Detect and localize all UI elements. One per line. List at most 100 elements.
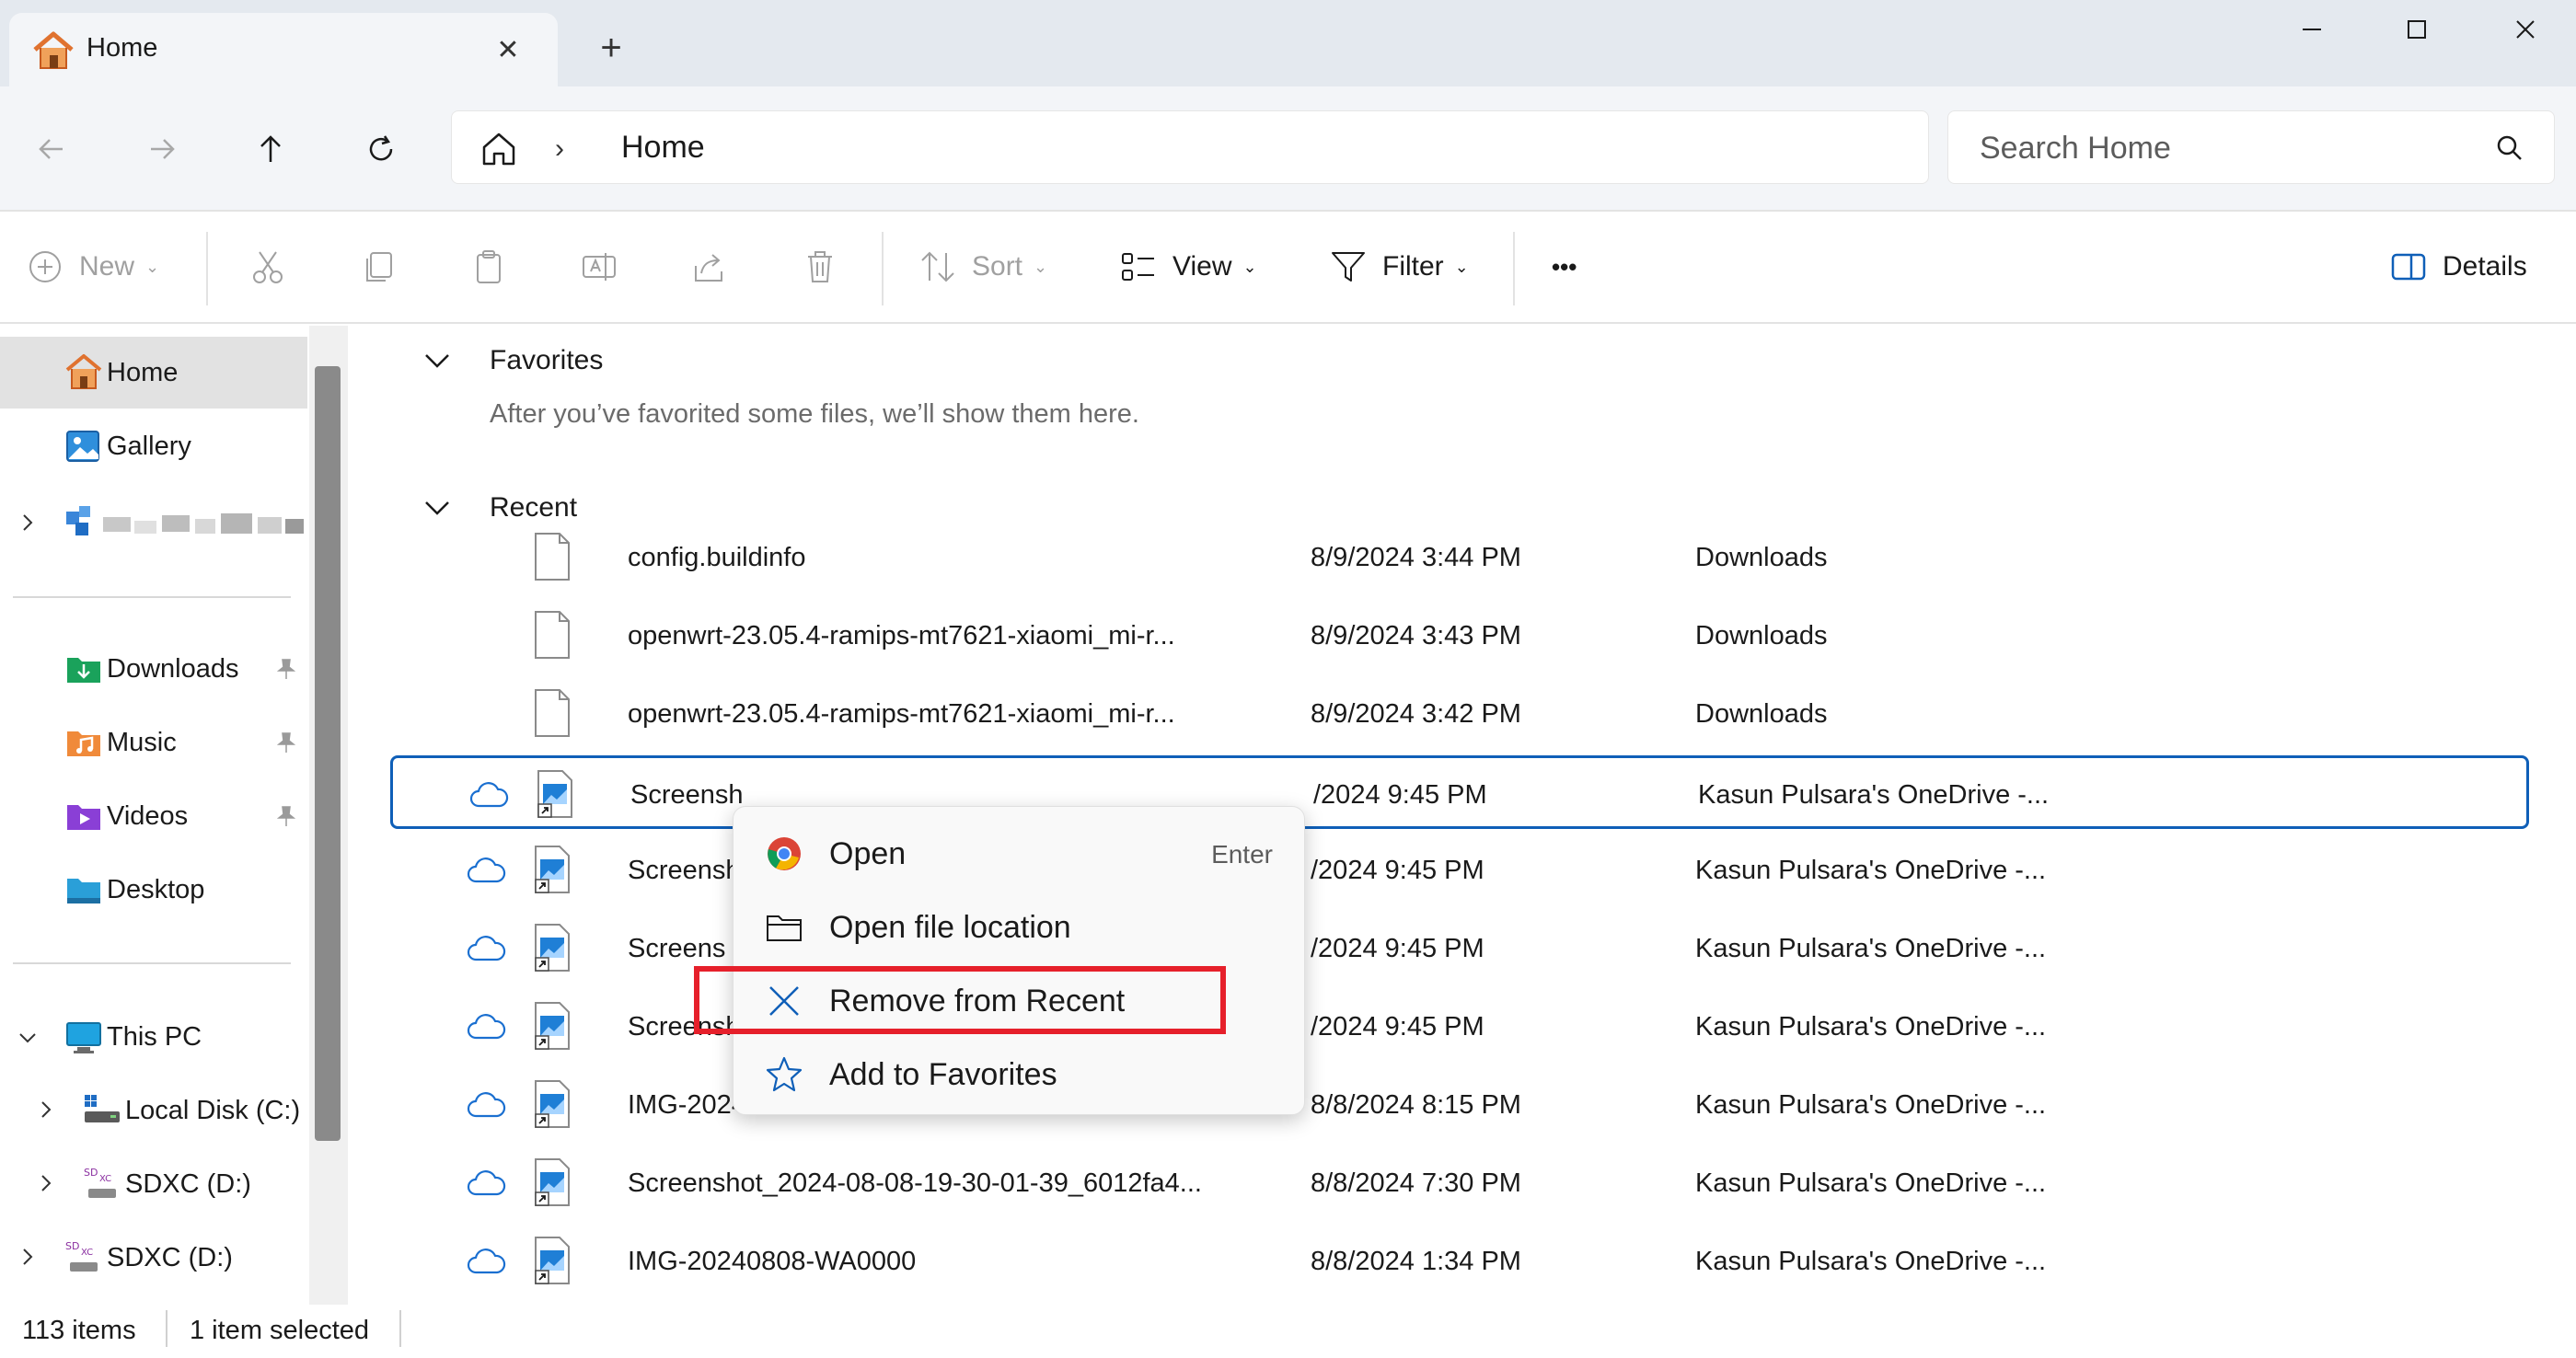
file-name: openwrt-23.05.4-ramips-mt7621-xiaomi_mi-…: [628, 621, 1175, 650]
gallery-icon: [66, 431, 99, 462]
star-icon: [766, 1056, 803, 1092]
menu-item-add-to-favorites[interactable]: Add to Favorites: [734, 1037, 1306, 1111]
close-window-button[interactable]: [2470, 0, 2576, 59]
file-location: Kasun Pulsara's OneDrive -...: [1698, 780, 2050, 810]
address-bar[interactable]: › Home: [451, 110, 1929, 184]
back-button[interactable]: [24, 121, 79, 177]
sidebar-scrollbar-thumb[interactable]: [315, 366, 341, 1141]
table-row[interactable]: openwrt-23.05.4-ramips-mt7621-xiaomi_mi-…: [390, 677, 2529, 751]
share-button[interactable]: [690, 239, 729, 294]
forward-button[interactable]: [134, 121, 190, 177]
search-box[interactable]: [1947, 110, 2555, 184]
file-date: 8/8/2024 1:34 PM: [1311, 1247, 1521, 1276]
chevron-down-icon: ⌄: [1454, 257, 1469, 276]
sidebar-item-label: Videos: [107, 800, 189, 831]
new-label: New: [79, 251, 135, 282]
sidebar-item-music[interactable]: Music: [0, 707, 307, 778]
table-row[interactable]: IMG-20240808-WA0000 8/8/2024 1:34 PM Kasun…: [390, 1225, 2529, 1298]
svg-text:SD: SD: [84, 1167, 98, 1179]
menu-item-label: Open: [829, 836, 907, 871]
image-shortcut-icon: [537, 770, 572, 818]
sidebar-item-label: Home: [107, 357, 179, 387]
chevron-down-icon[interactable]: [422, 345, 453, 376]
sidebar-item-gallery[interactable]: Gallery: [0, 410, 307, 482]
home-icon: [65, 354, 102, 389]
delete-button[interactable]: [801, 239, 839, 294]
new-tab-button[interactable]: +: [589, 29, 633, 74]
chevron-right-icon[interactable]: [17, 512, 39, 534]
chevron-right-icon[interactable]: [35, 1172, 57, 1194]
menu-item-label: Add to Favorites: [829, 1057, 1057, 1092]
chevron-down-icon[interactable]: [17, 1027, 39, 1049]
sidebar-divider: [13, 962, 291, 964]
sidebar-item-label: Local Disk (C:): [125, 1095, 301, 1125]
image-shortcut-icon: [535, 846, 570, 893]
sidebar-item-desktop[interactable]: Desktop: [0, 854, 307, 926]
sidebar-item-label: Downloads: [107, 653, 239, 684]
home-outline-icon: [482, 132, 515, 166]
trash-icon: [808, 251, 832, 282]
rename-icon: [583, 253, 616, 281]
pin-icon[interactable]: [274, 804, 298, 828]
table-row-selected[interactable]: Screensh/2024 9:45 PM Kasun Pulsara's One…: [390, 755, 2529, 829]
up-button[interactable]: [243, 121, 298, 177]
menu-item-open[interactable]: Open Enter: [734, 816, 1306, 890]
music-folder-icon: [67, 731, 100, 756]
chevron-right-icon[interactable]: [17, 1246, 39, 1268]
paste-button[interactable]: [469, 239, 508, 294]
sidebar-item-videos[interactable]: Videos: [0, 780, 307, 852]
new-button[interactable]: New ⌄: [26, 239, 159, 294]
table-row[interactable]: IMG-20240808-WA00138/8/2024 8:15 PMKasun…: [390, 1068, 2529, 1142]
search-icon[interactable]: [2493, 132, 2526, 165]
tab-home[interactable]: Home ✕: [9, 13, 558, 86]
view-button[interactable]: View ⌄: [1119, 239, 1257, 294]
file-name: IMG-20240808-WA0000: [628, 1247, 917, 1276]
refresh-button[interactable]: [353, 121, 409, 177]
status-bar: 113 items 1 item selected: [0, 1305, 2576, 1358]
menu-item-open-file-location[interactable]: Open file location: [734, 890, 1306, 963]
pin-icon[interactable]: [274, 731, 298, 754]
pin-icon[interactable]: [274, 657, 298, 681]
sidebar-item-downloads[interactable]: Downloads: [0, 633, 307, 705]
file-location: Kasun Pulsara's OneDrive -...: [1695, 856, 2047, 885]
sidebar-item-home[interactable]: Home: [0, 337, 307, 409]
sidebar-divider: [13, 596, 291, 598]
file-name: openwrt-23.05.4-ramips-mt7621-xiaomi_mi-…: [628, 699, 1175, 729]
image-shortcut-icon: [535, 1158, 570, 1206]
more-options-button[interactable]: •••: [1552, 239, 1577, 294]
file-location: Downloads: [1695, 543, 1828, 572]
file-icon: [535, 533, 570, 581]
favorites-title: Favorites: [490, 345, 604, 375]
chevron-down-icon: ⌄: [1242, 257, 1257, 276]
sidebar-item-sdxc-d[interactable]: SD XC SDXC (D:): [0, 1222, 307, 1294]
plus-circle-icon: [29, 251, 61, 282]
file-name: config.buildinfo: [628, 543, 806, 572]
cut-button[interactable]: [248, 239, 287, 294]
arrow-up-icon: [260, 135, 281, 162]
home-icon: [33, 31, 74, 69]
filter-button[interactable]: Filter ⌄: [1329, 239, 1469, 294]
chevron-down-icon[interactable]: [422, 492, 453, 524]
tab-close-icon[interactable]: ✕: [488, 29, 528, 70]
sidebar-item-sdxc-d[interactable]: SD XC SDXC (D:): [0, 1148, 307, 1220]
table-row[interactable]: config.buildinfo 8/9/2024 3:44 PM Download…: [390, 521, 2529, 594]
sort-button[interactable]: Sort ⌄: [918, 239, 1047, 294]
sidebar-item-local-disk-c[interactable]: Local Disk (C:): [0, 1075, 307, 1146]
breadcrumb-home[interactable]: Home: [621, 130, 705, 166]
svg-text:XC: XC: [81, 1248, 93, 1258]
chevron-right-icon[interactable]: [35, 1099, 57, 1121]
table-row[interactable]: Screensh/2024 9:45 PM Kasun Pulsara's One…: [390, 834, 2529, 907]
table-row[interactable]: Screenshot_2024-08-08-19-30-01-39_6012fa…: [390, 1146, 2529, 1220]
breadcrumb-separator[interactable]: ›: [555, 133, 564, 165]
maximize-button[interactable]: [2362, 0, 2472, 59]
sidebar-item-this-pc[interactable]: This PC: [0, 1001, 307, 1073]
table-row[interactable]: openwrt-23.05.4-ramips-mt7621-xiaomi_mi-…: [390, 599, 2529, 673]
details-button[interactable]: Details: [2389, 239, 2527, 294]
file-location: Kasun Pulsara's OneDrive -...: [1695, 934, 2047, 963]
minimize-button[interactable]: [2257, 0, 2367, 59]
computer-icon: [66, 1022, 101, 1053]
sidebar-item-onedrive-account[interactable]: [0, 488, 307, 559]
search-input[interactable]: [1980, 128, 2477, 168]
copy-button[interactable]: [359, 239, 398, 294]
rename-button[interactable]: [580, 239, 618, 294]
